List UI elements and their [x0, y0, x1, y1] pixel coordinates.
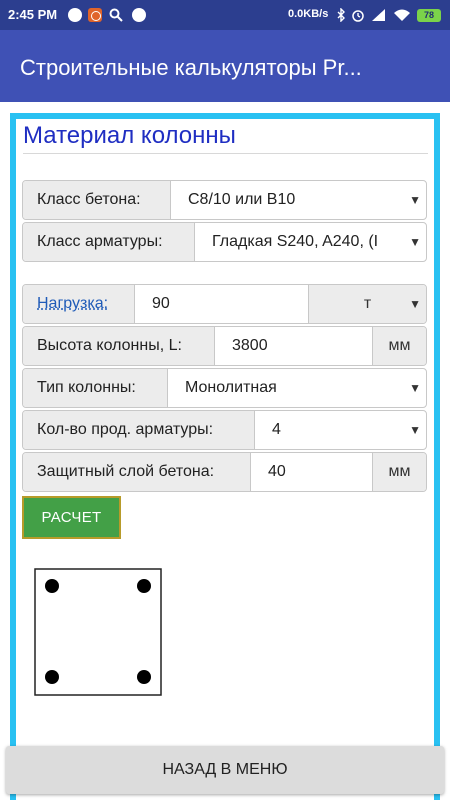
concrete-class-row: Класс бетона: C8/10 или B10 ▼	[22, 180, 427, 220]
concrete-class-label: Класс бетона:	[23, 181, 171, 219]
column-type-row: Тип колонны: Монолитная ▼	[22, 368, 427, 408]
bluetooth-icon	[334, 7, 348, 23]
rebar-dot	[137, 670, 151, 684]
dropdown-arrow-icon: ▼	[409, 381, 421, 395]
rebar-class-label: Класс арматуры:	[23, 223, 195, 261]
height-unit: мм	[372, 327, 426, 365]
rebar-count-select[interactable]: 4	[256, 411, 411, 449]
rebar-count-row: Кол-во прод. арматуры: 4 ▼	[22, 410, 427, 450]
app-bar: Строительные калькуляторы Pr...	[0, 30, 450, 102]
rebar-dot	[137, 579, 151, 593]
cover-input[interactable]: 40	[252, 453, 371, 491]
cover-label: Защитный слой бетона:	[23, 453, 251, 491]
heading-divider	[23, 153, 428, 154]
height-row: Высота колонны, L: 3800 мм	[22, 326, 427, 366]
status-time: 2:45 PM	[8, 7, 58, 22]
rebar-class-row: Класс арматуры: Гладкая S240, A240, (I ▼	[22, 222, 427, 262]
load-row: Нагрузка: 90 т ▼	[22, 284, 427, 324]
column-section-diagram	[34, 568, 162, 696]
app-notification-icon	[88, 8, 102, 22]
calculate-button[interactable]: РАСЧЕТ	[22, 496, 121, 539]
dropdown-arrow-icon: ▼	[409, 297, 421, 311]
rebar-dot	[45, 579, 59, 593]
back-to-menu-button[interactable]: НАЗАД В МЕНЮ	[6, 746, 444, 794]
alarm-icon	[351, 8, 365, 22]
section-heading: Материал колонны	[23, 122, 236, 149]
rebar-class-select[interactable]: Гладкая S240, A240, (I	[196, 223, 411, 261]
load-label[interactable]: Нагрузка:	[23, 285, 135, 323]
height-label: Высота колонны, L:	[23, 327, 215, 365]
app-title: Строительные калькуляторы Pr...	[20, 55, 362, 80]
rebar-dot	[45, 670, 59, 684]
cover-row: Защитный слой бетона: 40 мм	[22, 452, 427, 492]
load-input[interactable]: 90	[136, 285, 307, 323]
column-type-label: Тип колонны:	[23, 369, 168, 407]
cover-unit: мм	[372, 453, 426, 491]
height-input[interactable]: 3800	[216, 327, 371, 365]
battery-icon: 78	[417, 9, 441, 22]
rebar-count-label: Кол-во прод. арматуры:	[23, 411, 255, 449]
notification-dot-icon	[68, 8, 82, 22]
wifi-icon	[393, 8, 410, 22]
concrete-class-select[interactable]: C8/10 или B10	[172, 181, 426, 219]
dropdown-arrow-icon: ▼	[409, 193, 421, 207]
dropdown-arrow-icon: ▼	[409, 235, 421, 249]
status-bar: 2:45 PM 0.0KB/s 78	[0, 0, 450, 30]
signal-icon	[371, 8, 385, 22]
sync-icon	[132, 8, 146, 22]
load-help-link[interactable]: Нагрузка:	[37, 295, 108, 312]
column-type-select[interactable]: Монолитная	[169, 369, 414, 407]
dropdown-arrow-icon: ▼	[409, 423, 421, 437]
search-icon	[109, 8, 123, 22]
network-speed: 0.0KB/s	[288, 8, 329, 20]
